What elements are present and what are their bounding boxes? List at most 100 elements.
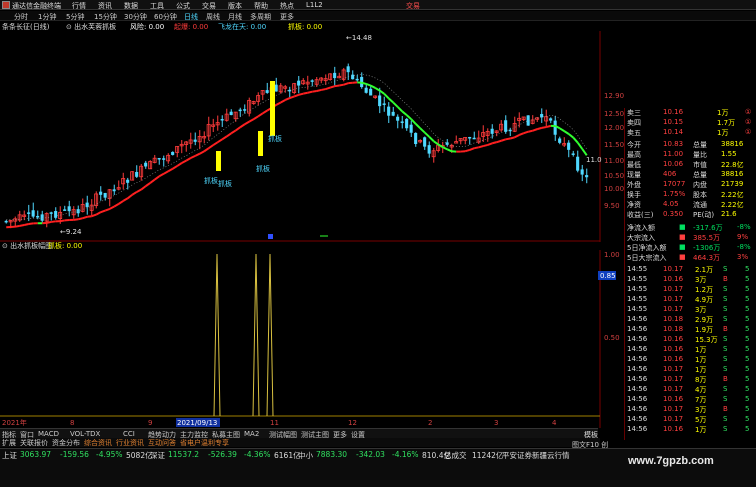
tick-vol: 1万 [695,346,707,354]
stat-label: PE(动) [693,211,715,219]
tick-row: 14:56 10.16 15.3万 S 5 [625,335,756,345]
ask-marker: ① [745,108,752,116]
menu-item-8[interactable]: 热点 [280,1,294,11]
candle-body [112,189,116,192]
tick-row: 14:56 10.17 5万 S 5 [625,415,756,425]
indicator-tab-2[interactable]: MACD [38,430,59,438]
stat-value: 1.75% [663,190,686,198]
ask-price: 10.15 [663,118,684,126]
ma-line-segment [492,141,497,145]
ma-line-segment [46,220,52,224]
index-pct: -4.16% [392,450,419,459]
info-tab-3[interactable]: 综合资讯 [84,438,112,448]
candle-body [585,175,589,178]
menu-item-6[interactable]: 版本 [228,1,242,11]
signal-label: 抓板 [218,179,232,188]
index-name[interactable]: 上证 [2,450,17,461]
stat-value: 11.00 [663,150,684,158]
period-5[interactable]: 60分钟 [154,12,177,22]
candle-body [508,129,512,132]
tick-price: 10.18 [663,315,684,323]
ma-line-segment [483,143,488,148]
period-1[interactable]: 1分钟 [38,12,56,22]
menu-item-5[interactable]: 交易 [202,1,216,11]
candle-body [54,210,58,218]
tick-price: 10.16 [663,275,684,283]
index-value: 7883.30 [316,450,348,459]
candle-body [580,169,584,175]
menu-item-0[interactable]: 行情 [72,1,86,11]
price-tick: 11.50 [604,141,624,149]
time-tick: 12 [348,419,357,427]
period-4[interactable]: 30分钟 [124,12,147,22]
period-3[interactable]: 15分钟 [94,12,117,22]
signal-bar [270,81,275,136]
high-label: ←14.48 [346,34,372,42]
time-tick: 9 [148,419,152,427]
sub-indicator-chart[interactable]: 1.00 0.85 0.50 2021年 8 9 2021/09/13 11 12 2 3 4 [0,250,624,428]
indicator-tab-8[interactable]: MA2 [244,430,259,438]
candle-body [364,87,368,93]
tick-flag: 5 [745,385,750,393]
period-10[interactable]: 更多 [280,12,294,22]
candlestick-chart[interactable]: 12.90 12.50 12.00 11.50 11.00 10.50 10.00 9.50 ←… [0,31,624,242]
tick-time: 14:55 [627,265,648,273]
f10-hint[interactable]: 图文F10 创 [572,440,608,450]
ask-label: 卖五 [627,129,641,137]
tick-price: 10.16 [663,395,684,403]
info-tab-4[interactable]: 行业资讯 [116,438,144,448]
candle-body [369,88,373,96]
ma-line-segment [509,136,516,140]
tick-price: 10.16 [663,425,684,433]
info-tab-6[interactable]: 省电户温利专享 [180,438,229,448]
info-tab-0[interactable]: 扩展 [2,438,16,448]
info-tab-1[interactable]: 关联报价 [20,438,48,448]
period-0[interactable]: 分时 [14,12,28,22]
tick-price: 10.18 [663,325,684,333]
stat-label: 今开 [627,141,641,149]
menu-item-3[interactable]: 工具 [150,1,164,11]
tick-dir: S [723,385,728,393]
app-title: 通达信金融终端 [12,2,61,10]
ma-line-segment [361,81,367,85]
trade-menu-item[interactable]: 交易 [406,1,420,11]
candle-body [238,109,242,112]
signal-label: 抓板 [256,164,270,173]
tick-vol: 8万 [695,376,707,384]
ask-vol: 1万 [717,109,729,117]
stat-value: 21.6 [721,210,737,218]
ask-label: 卖四 [627,119,641,127]
stat-value: 1.55 [721,150,737,158]
indicator-tab-4[interactable]: CCI [123,430,135,438]
period-2[interactable]: 5分钟 [66,12,84,22]
ma-line-segment [15,224,20,228]
candle-body [571,153,575,155]
period-9[interactable]: 多周期 [250,12,271,22]
candle-body [504,120,508,132]
indicator-tab-3[interactable]: VOL-TDX [70,430,100,438]
info-tab-5[interactable]: 互动问答 [148,438,176,448]
ma-line-segment [60,219,65,223]
candle-body [297,80,301,86]
candle-body [414,132,418,145]
index-name[interactable]: 中小 [298,450,313,461]
period-8[interactable]: 月线 [228,12,242,22]
info-tab-2[interactable]: 资金分布 [52,438,80,448]
menu-item-9[interactable]: L1L2 [306,1,323,11]
ma-line-segment [496,139,502,144]
period-7[interactable]: 周线 [206,12,220,22]
candle-body [4,220,8,223]
index-name[interactable]: 深证 [150,450,165,461]
tick-price: 10.17 [663,405,684,413]
tick-dir: S [723,265,728,273]
candle-body [31,210,35,217]
menu-item-4[interactable]: 公式 [176,1,190,11]
stat-label: 总量 [693,171,707,179]
menu-item-7[interactable]: 帮助 [254,1,268,11]
menu-item-2[interactable]: 数据 [124,1,138,11]
candle-body [549,118,553,121]
menu-item-1[interactable]: 资讯 [98,1,112,11]
flow-value: -317.6万 [693,224,723,232]
tick-row: 14:56 10.18 1.9万 B 5 [625,325,756,335]
period-6[interactable]: 日线 [184,12,198,22]
